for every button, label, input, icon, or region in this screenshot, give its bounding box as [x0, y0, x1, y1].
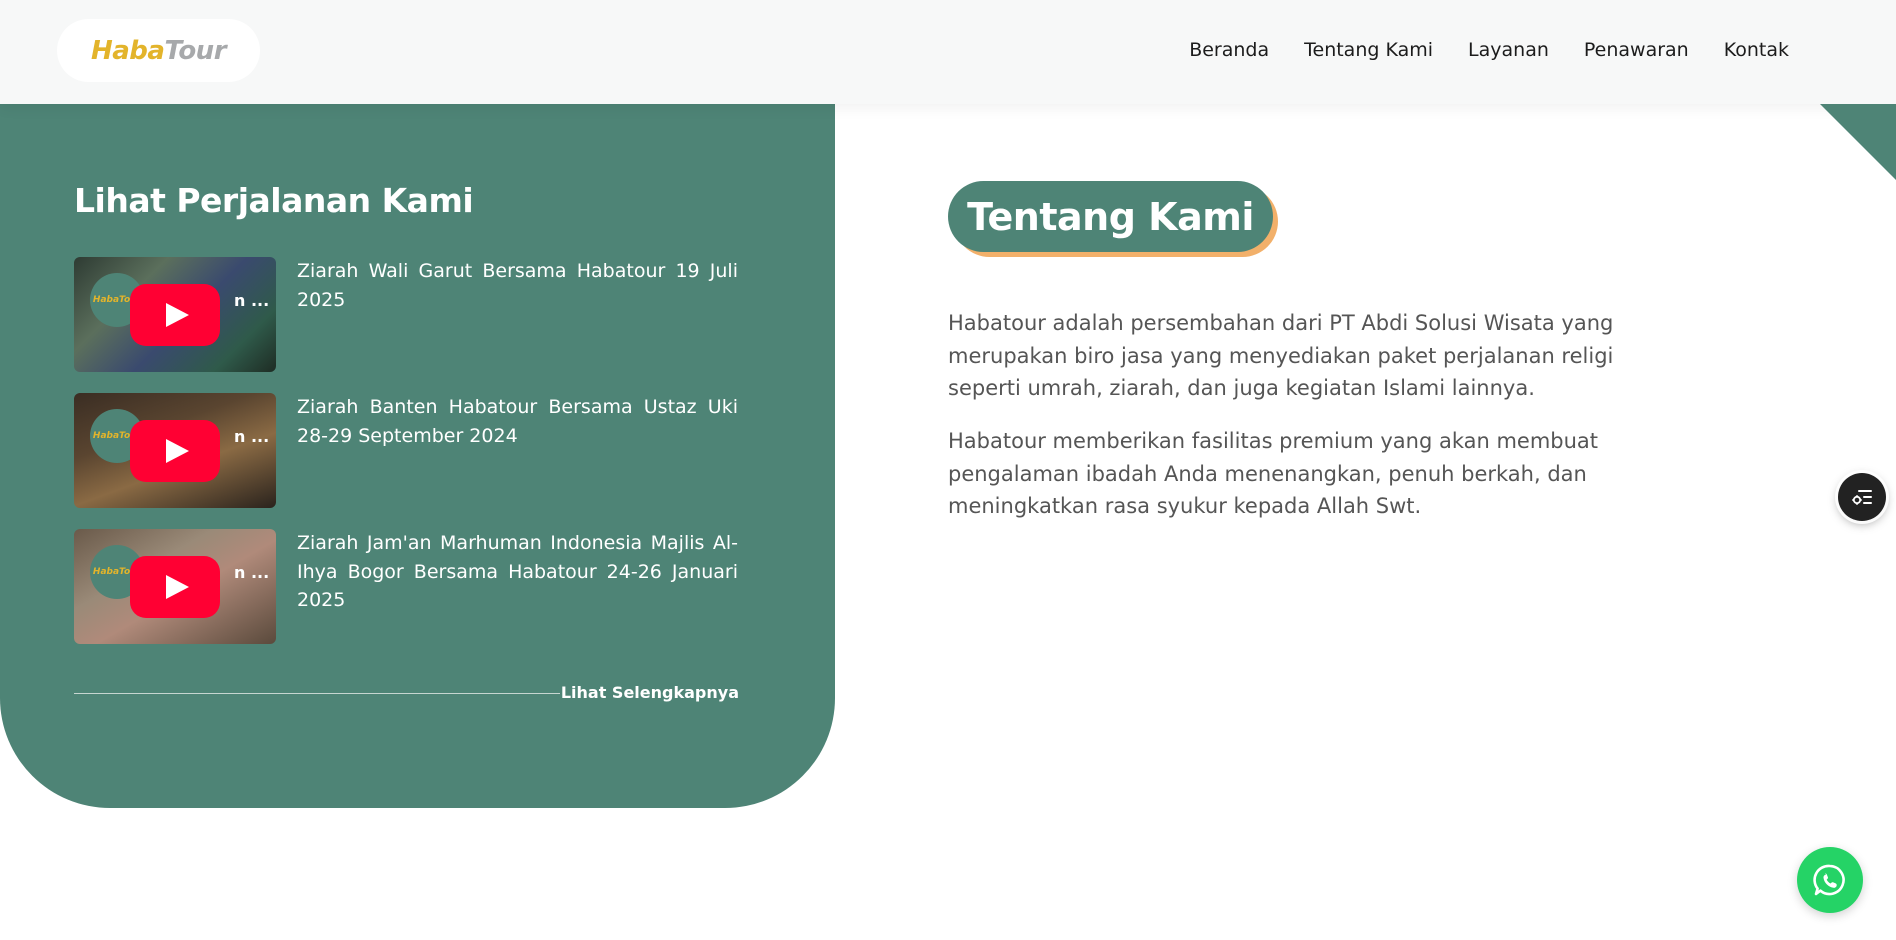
whatsapp-icon[interactable] [1797, 847, 1863, 913]
play-icon[interactable] [130, 420, 220, 482]
video-title-overlay: n ... [234, 563, 270, 582]
video-title[interactable]: Ziarah Banten Habatour Bersama Ustaz Uki… [297, 393, 738, 450]
video-item: HabaTour n ... Ziarah Banten Habatour Be… [74, 393, 739, 509]
video-title-overlay: n ... [234, 427, 270, 446]
whatsapp-glyph [1813, 864, 1845, 896]
logo[interactable]: HabaTour [57, 19, 260, 82]
about-paragraph-1: Habatour adalah persembahan dari PT Abdi… [948, 311, 1614, 400]
see-more-link[interactable]: Lihat Selengkapnya [561, 683, 739, 702]
nav-item-layanan[interactable]: Layanan [1468, 39, 1549, 61]
videos-section-title: Lihat Perjalanan Kami [74, 181, 474, 220]
logo-part-tour: Tour [164, 35, 227, 66]
nav-item-penawaran[interactable]: Penawaran [1584, 39, 1689, 61]
nav-item-kontak[interactable]: Kontak [1724, 39, 1789, 61]
video-item: HabaTour n ... Ziarah Wali Garut Bersama… [74, 257, 739, 373]
video-thumbnail[interactable]: HabaTour n ... [74, 529, 276, 644]
logo-part-haba: Haba [90, 35, 165, 66]
corner-decoration [1820, 104, 1896, 180]
nav-item-tentang-kami[interactable]: Tentang Kami [1304, 39, 1433, 61]
about-badge: Tentang Kami [948, 181, 1273, 252]
about-title: Tentang Kami [967, 194, 1254, 239]
video-title-overlay: n ... [234, 291, 270, 310]
page: HabaTour Beranda Tentang Kami Layanan Pe… [0, 0, 1896, 940]
video-title[interactable]: Ziarah Jam'an Marhuman Indonesia Majlis … [297, 529, 738, 615]
list-settings-icon[interactable] [1838, 473, 1886, 521]
videos-panel: Lihat Perjalanan Kami HabaTour n ... Zia… [0, 104, 835, 808]
video-thumbnail[interactable]: HabaTour n ... [74, 393, 276, 508]
main-nav: Beranda Tentang Kami Layanan Penawaran K… [1189, 39, 1789, 61]
play-icon[interactable] [130, 556, 220, 618]
play-icon[interactable] [130, 284, 220, 346]
video-thumbnail[interactable]: HabaTour n ... [74, 257, 276, 372]
logo-text: HabaTour [90, 35, 227, 66]
nav-item-beranda[interactable]: Beranda [1189, 39, 1269, 61]
list-settings-glyph [1852, 490, 1872, 505]
site-header: HabaTour Beranda Tentang Kami Layanan Pe… [0, 0, 1896, 104]
section-divider [74, 693, 560, 694]
video-title[interactable]: Ziarah Wali Garut Bersama Habatour 19 Ju… [297, 257, 738, 314]
video-item: HabaTour n ... Ziarah Jam'an Marhuman In… [74, 529, 739, 645]
about-paragraph-2: Habatour memberikan fasilitas premium ya… [948, 429, 1599, 518]
